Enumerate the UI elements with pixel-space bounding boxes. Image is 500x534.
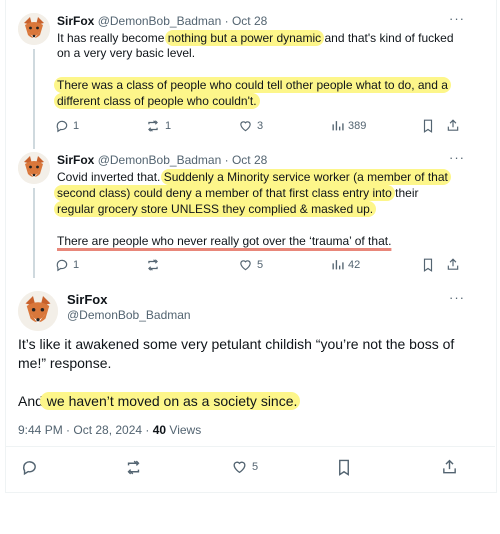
more-icon[interactable]: ··· [449, 11, 465, 26]
share-icon [447, 258, 459, 270]
highlight: second class) could deny a member of tha… [54, 185, 395, 201]
like-button[interactable]: 5 [231, 459, 258, 475]
tweet-text-line: It’s like it awakened some very petulant… [18, 336, 455, 352]
share-icon [447, 119, 459, 131]
bookmark-icon [339, 459, 349, 476]
views-count: 40 [152, 423, 167, 437]
post-timestamp[interactable]: 9:44 PM · Oct 28, 2024 · [18, 423, 153, 437]
display-name[interactable]: SirFox [57, 14, 94, 28]
views-button[interactable]: 42 [331, 258, 360, 271]
more-icon[interactable]: ··· [449, 150, 465, 165]
repost-icon [148, 120, 158, 132]
handle[interactable]: @DemonBob_Badman [67, 308, 191, 322]
repost-button[interactable] [145, 258, 161, 272]
avatar[interactable] [18, 291, 58, 331]
views-button[interactable]: 389 [331, 119, 366, 132]
tweet-meta: 9:44 PM · Oct 28, 2024 · 40 Views [18, 423, 202, 437]
tweet-text-line: It has really become nothing but a power… [57, 30, 454, 46]
tweet-text-line: different class of people who couldn't. [54, 93, 260, 109]
highlight: nothing but a power dynamic [164, 30, 325, 46]
bookmark-icon [423, 119, 433, 133]
divider [5, 446, 495, 447]
thread-connector [33, 49, 35, 149]
tweet-text-line: on a very very basic level. [57, 46, 196, 60]
like-button[interactable]: 3 [238, 119, 263, 133]
tweet-text-line: me!” response. [18, 355, 112, 371]
handle[interactable]: @DemonBob_Badman [98, 14, 222, 28]
bookmark-button[interactable] [337, 459, 351, 476]
like-button[interactable]: 5 [238, 258, 263, 272]
highlight: regular grocery store UNLESS they compli… [54, 201, 377, 217]
share-icon [443, 459, 456, 474]
highlight: we haven’t moved on as a society since. [39, 392, 301, 410]
like-icon [240, 260, 251, 271]
repost-button[interactable]: 1 [145, 119, 171, 133]
bookmark-button[interactable] [422, 258, 434, 272]
tweet-text-line: There are people who never really got ov… [57, 234, 391, 248]
thread-connector [33, 188, 35, 278]
highlight: different class of people who couldn't. [54, 93, 260, 109]
share-button[interactable] [446, 257, 460, 272]
tweet-text-line: Covid inverted that. Suddenly a Minority… [57, 169, 451, 185]
views-icon [332, 260, 344, 270]
reply-icon [56, 259, 68, 272]
reply-button[interactable] [21, 459, 38, 476]
repost-icon [127, 460, 140, 475]
display-name[interactable]: SirFox [67, 293, 107, 307]
tweet-text-line: regular grocery store UNLESS they compli… [54, 201, 377, 217]
repost-icon [148, 259, 158, 271]
share-button[interactable] [446, 118, 460, 133]
bookmark-button[interactable] [422, 119, 434, 133]
reply-icon [56, 120, 68, 133]
repost-button[interactable] [124, 459, 143, 476]
views-icon [332, 121, 344, 131]
tweet-text-line: And we haven’t moved on as a society sin… [18, 392, 301, 411]
handle[interactable]: @DemonBob_Badman [98, 153, 222, 167]
more-icon[interactable]: ··· [449, 290, 465, 305]
avatar[interactable] [18, 152, 50, 184]
highlight: There was a class of people who could te… [54, 77, 451, 93]
tweet-header: SirFox @DemonBob_Badman · Oct 28 [57, 14, 268, 28]
reply-icon [22, 461, 36, 476]
share-button[interactable] [441, 458, 458, 476]
bookmark-icon [423, 258, 433, 272]
reply-button[interactable]: 1 [55, 258, 79, 272]
like-icon [240, 121, 251, 132]
tweet-header: SirFox @DemonBob_Badman · Oct 28 [57, 153, 268, 167]
tweet-text-line: second class) could deny a member of tha… [54, 185, 419, 201]
avatar[interactable] [18, 13, 50, 45]
timestamp[interactable]: Oct 28 [232, 14, 267, 28]
underlined-text: There are people who never really got ov… [57, 234, 392, 248]
like-icon [233, 461, 246, 474]
highlight: Suddenly a Minority service worker (a me… [160, 169, 451, 185]
tweet-text-line: There was a class of people who could te… [54, 77, 451, 93]
timestamp[interactable]: Oct 28 [232, 153, 267, 167]
reply-button[interactable]: 1 [55, 119, 79, 133]
display-name[interactable]: SirFox [57, 153, 94, 167]
